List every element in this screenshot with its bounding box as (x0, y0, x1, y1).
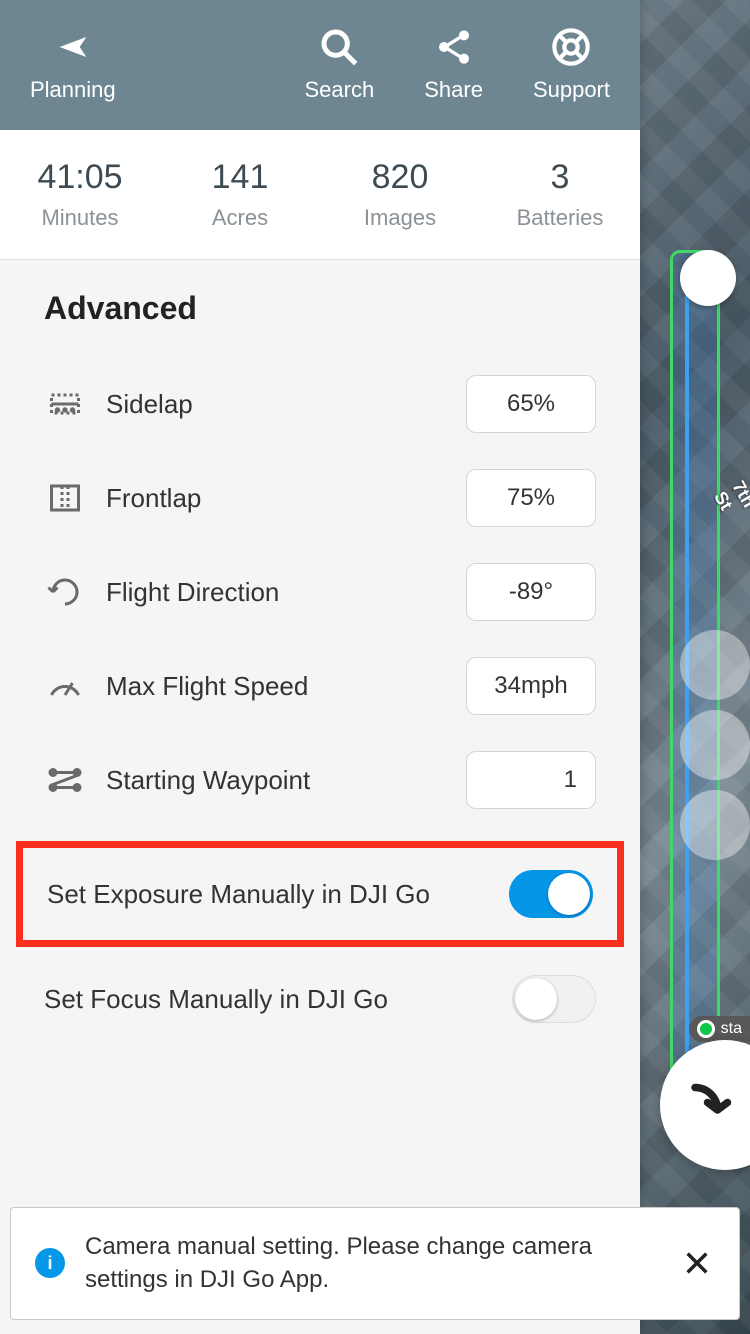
planning-back-button[interactable]: Planning (30, 27, 116, 103)
status-text: sta (721, 1020, 742, 1038)
sidelap-row: Sidelap 65% (44, 357, 596, 451)
stat-label: Minutes (0, 205, 160, 231)
focus-toggle[interactable] (512, 975, 596, 1023)
support-label: Support (533, 77, 610, 103)
stat-value: 41:05 (0, 158, 160, 197)
map-background[interactable]: 7th St sta (640, 0, 750, 1334)
stat-label: Acres (160, 205, 320, 231)
back-arrow-icon (53, 27, 93, 67)
stat-minutes: 41:05 Minutes (0, 158, 160, 231)
stat-value: 820 (320, 158, 480, 197)
toast-notification: i Camera manual setting. Please change c… (10, 1207, 740, 1320)
info-icon: i (35, 1248, 65, 1278)
stats-row: 41:05 Minutes 141 Acres 820 Images 3 Bat… (0, 130, 640, 260)
max-speed-input[interactable]: 34mph (466, 657, 596, 715)
starting-waypoint-row: Starting Waypoint 1 (44, 733, 596, 827)
exposure-label: Set Exposure Manually in DJI Go (47, 879, 509, 910)
sidelap-input[interactable]: 65% (466, 375, 596, 433)
section-title: Advanced (44, 290, 596, 327)
focus-row: Set Focus Manually in DJI Go (44, 957, 596, 1041)
map-poi-circle (680, 790, 750, 860)
frontlap-icon (44, 477, 86, 519)
planning-label: Planning (30, 77, 116, 103)
sidelap-label: Sidelap (106, 389, 466, 420)
flight-path-line (685, 260, 689, 1130)
stat-acres: 141 Acres (160, 158, 320, 231)
rotate-icon (44, 571, 86, 613)
share-icon (434, 27, 474, 67)
close-icon (683, 1249, 711, 1277)
stat-batteries: 3 Batteries (480, 158, 640, 231)
frontlap-input[interactable]: 75% (466, 469, 596, 527)
frontlap-label: Frontlap (106, 483, 466, 514)
support-button[interactable]: Support (533, 27, 610, 103)
status-badge[interactable]: sta (689, 1016, 750, 1042)
max-speed-row: Max Flight Speed 34mph (44, 639, 596, 733)
undo-icon (675, 1075, 735, 1135)
starting-waypoint-input[interactable]: 1 (466, 751, 596, 809)
stat-label: Batteries (480, 205, 640, 231)
focus-label: Set Focus Manually in DJI Go (44, 984, 512, 1015)
map-waypoint-marker[interactable] (680, 250, 736, 306)
search-button[interactable]: Search (305, 27, 375, 103)
share-label: Share (424, 77, 483, 103)
starting-waypoint-label: Starting Waypoint (106, 765, 466, 796)
exposure-toggle[interactable] (509, 870, 593, 918)
status-dot-icon (697, 1020, 715, 1038)
search-label: Search (305, 77, 375, 103)
toast-text: Camera manual setting. Please change cam… (85, 1230, 659, 1297)
stat-images: 820 Images (320, 158, 480, 231)
flight-direction-label: Flight Direction (106, 577, 466, 608)
stat-value: 141 (160, 158, 320, 197)
speed-icon (44, 665, 86, 707)
advanced-section: Advanced Sidelap 65% Frontlap 75% Flight… (0, 260, 640, 1071)
stat-label: Images (320, 205, 480, 231)
waypoint-icon (44, 759, 86, 801)
toast-close-button[interactable] (679, 1245, 715, 1281)
map-poi-circle (680, 710, 750, 780)
map-poi-circle (680, 630, 750, 700)
stat-value: 3 (480, 158, 640, 197)
support-icon (551, 27, 591, 67)
share-button[interactable]: Share (424, 27, 483, 103)
max-speed-label: Max Flight Speed (106, 671, 466, 702)
panel-header: Planning Search Share Support (0, 0, 640, 130)
highlighted-setting: Set Exposure Manually in DJI Go (16, 841, 624, 947)
flight-direction-input[interactable]: -89° (466, 563, 596, 621)
frontlap-row: Frontlap 75% (44, 451, 596, 545)
planning-panel: Planning Search Share Support 41:05 Minu… (0, 0, 640, 1334)
search-icon (319, 27, 359, 67)
flight-direction-row: Flight Direction -89° (44, 545, 596, 639)
sidelap-icon (44, 383, 86, 425)
